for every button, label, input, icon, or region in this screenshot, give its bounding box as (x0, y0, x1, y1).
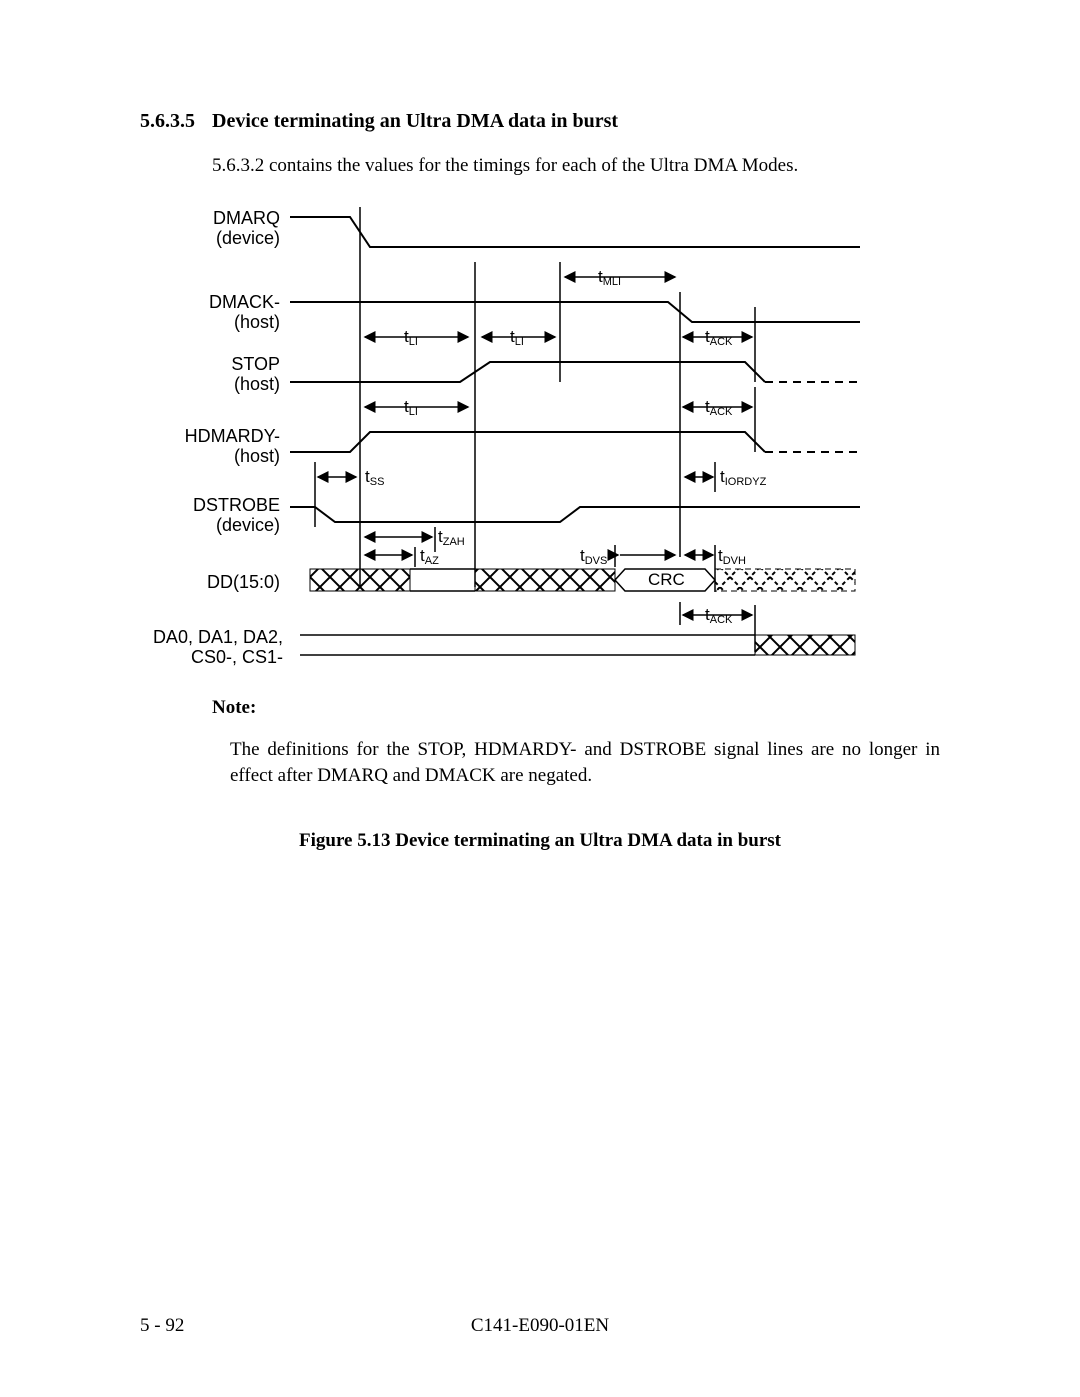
timing-tACK-1: tACK (705, 327, 732, 347)
timing-tSS: tSS (365, 467, 384, 487)
figure-caption: Figure 5.13 Device terminating an Ultra … (140, 830, 940, 852)
timing-tLI-3: tLI (404, 397, 418, 417)
note-body: The definitions for the STOP, HDMARDY- a… (230, 737, 940, 788)
crc-label: CRC (648, 570, 685, 590)
section-title: Device terminating an Ultra DMA data in … (212, 110, 618, 132)
timing-tDVH: tDVH (718, 546, 746, 566)
footer-doc-id: C141-E090-01EN (140, 1315, 940, 1337)
timing-tLI-1: tLI (404, 327, 418, 347)
timing-tMLI: tMLI (598, 267, 621, 287)
note-label: Note: (212, 697, 940, 719)
timing-diagram: DMARQ (device) DMACK- (host) STOP (host)… (160, 207, 860, 667)
timing-tLI-2: tLI (510, 327, 524, 347)
timing-tACK-3: tACK (705, 605, 732, 625)
section-number: 5.6.3.5 (140, 110, 212, 133)
page-footer: 5 - 92 C141-E090-01EN (140, 1315, 940, 1337)
timing-tIORDYZ: tIORDYZ (720, 467, 766, 487)
timing-tZAH: tZAH (438, 527, 465, 547)
timing-tACK-2: tACK (705, 397, 732, 417)
page: 5.6.3.5Device terminating an Ultra DMA d… (0, 0, 1080, 1397)
section-heading: 5.6.3.5Device terminating an Ultra DMA d… (140, 110, 940, 133)
timing-tDVS: tDVS (580, 546, 607, 566)
timing-diagram-svg (160, 207, 860, 667)
timing-tAZ: tAZ (420, 546, 439, 566)
intro-text: 5.6.3.2 contains the values for the timi… (212, 155, 940, 177)
footer-page-number: 5 - 92 (140, 1315, 184, 1337)
